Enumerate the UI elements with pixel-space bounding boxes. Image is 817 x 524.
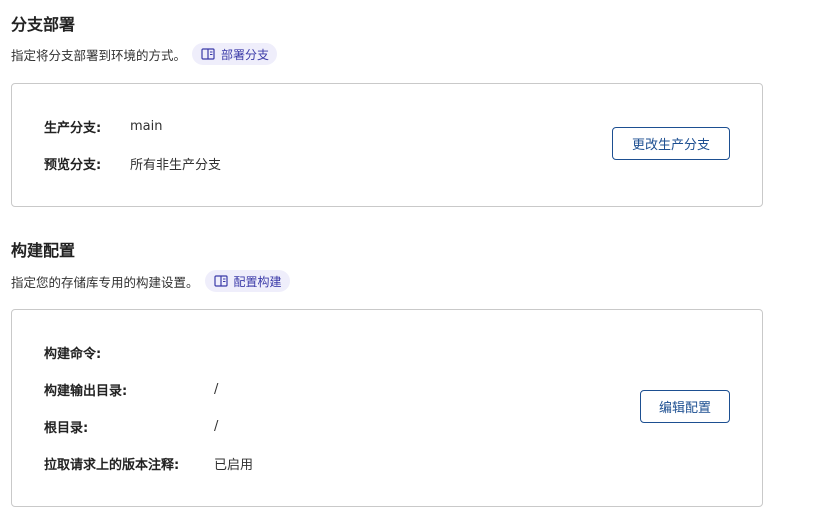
production-branch-value: main xyxy=(130,118,163,134)
pr-comments-label: 拉取请求上的版本注释: xyxy=(44,457,180,473)
preview-branch-label: 预览分支: xyxy=(44,157,102,173)
build-description-text: 指定您的存储库专用的构建设置。 xyxy=(11,274,199,290)
build-output-dir-row: 构建输出目录: / xyxy=(44,379,218,399)
pr-comments-row: 拉取请求上的版本注释: 已启用 xyxy=(44,453,253,473)
preview-branch-row: 预览分支: 所有非生产分支 xyxy=(44,153,221,173)
configure-builds-doc-label: 配置构建 xyxy=(233,274,282,289)
deploy-branches-doc-label: 部署分支 xyxy=(221,47,270,62)
build-settings-card: 构建命令: 构建输出目录: / 根目录: / 拉取请求上的版本注释: 已启用 编… xyxy=(11,309,763,507)
root-dir-row: 根目录: / xyxy=(44,416,218,436)
branch-description-text: 指定将分支部署到环境的方式。 xyxy=(11,47,187,63)
branch-section-title: 分支部署 xyxy=(11,15,76,34)
build-output-dir-label: 构建输出目录: xyxy=(44,383,128,399)
build-output-dir-value: / xyxy=(214,381,219,397)
build-section-title: 构建配置 xyxy=(11,241,76,260)
branch-settings-card: 生产分支: main 预览分支: 所有非生产分支 更改生产分支 xyxy=(11,83,763,207)
book-icon xyxy=(201,48,215,60)
edit-configuration-button[interactable]: 编辑配置 xyxy=(640,390,730,423)
deploy-branches-doc-link[interactable]: 部署分支 xyxy=(192,43,278,65)
root-dir-label: 根目录: xyxy=(44,420,89,436)
branch-section-description: 指定将分支部署到环境的方式。 部署分支 xyxy=(11,43,278,65)
build-command-label: 构建命令: xyxy=(44,346,102,362)
build-command-row: 构建命令: xyxy=(44,342,214,362)
pr-comments-value: 已启用 xyxy=(214,457,254,473)
root-dir-value: / xyxy=(214,418,219,434)
preview-branch-value: 所有非生产分支 xyxy=(130,157,222,173)
production-branch-label: 生产分支: xyxy=(44,120,102,136)
configure-builds-doc-link[interactable]: 配置构建 xyxy=(204,270,290,292)
change-production-branch-button[interactable]: 更改生产分支 xyxy=(612,127,730,160)
build-section-description: 指定您的存储库专用的构建设置。 配置构建 xyxy=(11,270,290,292)
production-branch-row: 生产分支: main xyxy=(44,116,162,136)
book-icon xyxy=(213,275,228,287)
